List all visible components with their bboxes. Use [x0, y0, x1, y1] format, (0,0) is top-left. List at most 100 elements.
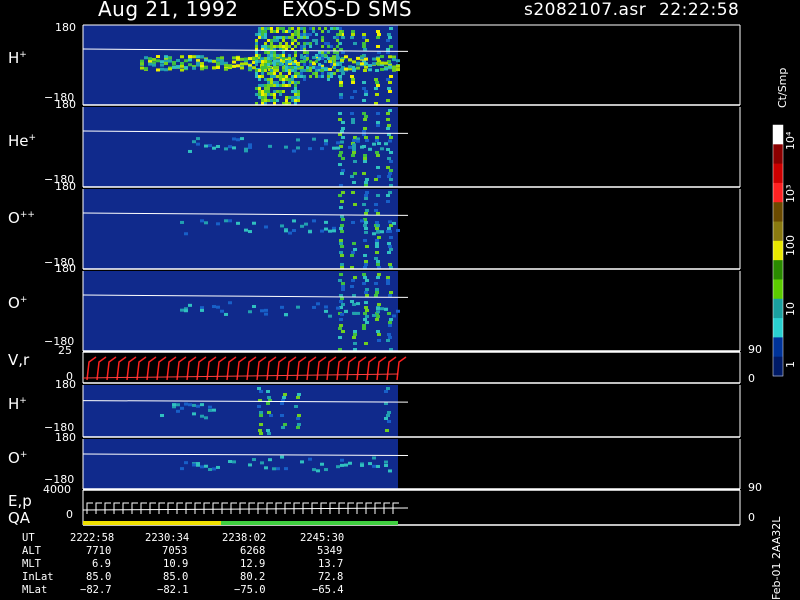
streak-cell [340, 297, 344, 300]
band-cell [216, 61, 220, 65]
dense-cell [270, 51, 273, 54]
dense-cell [261, 99, 264, 102]
dense-cell [255, 54, 258, 57]
dense-cell [255, 60, 258, 63]
dense-cell [297, 42, 300, 45]
dense-cell [315, 33, 318, 36]
band-cell [340, 140, 344, 144]
dense-cell [333, 51, 336, 54]
band-cell [372, 62, 376, 66]
band-cell [376, 310, 380, 314]
dense-cell [282, 75, 285, 78]
dense-cell [285, 60, 288, 63]
streak-cell [387, 312, 391, 315]
streak-cell [341, 288, 345, 291]
streak-cell [364, 194, 368, 197]
streak-cell [365, 245, 369, 248]
streak-cell [259, 390, 263, 393]
dense-cell [261, 33, 264, 36]
streak-cell [339, 93, 343, 96]
dense-cell [270, 45, 273, 48]
dense-cell [300, 69, 303, 72]
streak-cell [364, 212, 368, 215]
ep-mark [221, 502, 228, 514]
dense-cell [264, 87, 267, 90]
dense-cell [261, 30, 264, 33]
dense-cell [255, 33, 258, 36]
streak-cell [388, 321, 392, 324]
dense-cell [282, 54, 285, 57]
band-cell [208, 405, 212, 409]
band-cell [300, 224, 304, 228]
band-cell [376, 224, 380, 228]
dense-cell [306, 69, 309, 72]
dense-cell [264, 84, 267, 87]
streak-cell [283, 423, 287, 426]
band-cell [200, 465, 204, 469]
dense-cell [306, 57, 309, 60]
band-cell [152, 58, 156, 62]
streak-cell [389, 75, 393, 78]
band-cell [392, 67, 396, 71]
band-cell [356, 61, 360, 65]
streak-cell [339, 81, 343, 84]
band-cell [184, 402, 188, 406]
streak-cell [338, 133, 342, 136]
band-cell [360, 219, 364, 223]
band-cell [336, 141, 340, 145]
band-cell [248, 145, 252, 149]
dense-cell [267, 54, 270, 57]
dense-cell [279, 45, 282, 48]
streak-cell [363, 157, 367, 160]
dense-cell [306, 36, 309, 39]
streak-cell [364, 136, 368, 139]
qa-bar-yellow [83, 521, 221, 525]
band-cell [320, 147, 324, 151]
dense-cell [303, 45, 306, 48]
dense-cell [330, 27, 333, 30]
streak-cell [365, 209, 369, 212]
streak-cell [339, 251, 343, 254]
band-cell [180, 406, 184, 410]
streak-cell [364, 263, 368, 266]
band-cell [384, 463, 388, 467]
dense-cell [294, 33, 297, 36]
streak-cell [283, 393, 287, 396]
band-cell [164, 55, 168, 59]
band-cell [200, 55, 204, 59]
streak-cell [363, 318, 367, 321]
dense-cell [330, 72, 333, 75]
streak-cell [363, 48, 367, 51]
streak-cell [386, 166, 390, 169]
dense-cell [276, 45, 279, 48]
dense-cell [285, 42, 288, 45]
dense-cell [294, 93, 297, 96]
dense-cell [282, 30, 285, 33]
dense-cell [258, 93, 261, 96]
dense-cell [270, 75, 273, 78]
band-cell [236, 56, 240, 60]
band-cell [188, 55, 192, 59]
streak-cell [365, 279, 369, 282]
band-cell [324, 227, 328, 231]
band-cell [348, 461, 352, 465]
streak-cell [365, 191, 369, 194]
dense-cell [300, 33, 303, 36]
streak-cell [352, 139, 356, 142]
dense-cell [288, 57, 291, 60]
band-cell [156, 55, 160, 59]
streak-cell [297, 414, 301, 417]
streak-cell [338, 327, 342, 330]
band-cell [364, 230, 368, 234]
band-cell [372, 456, 376, 460]
band-cell [364, 65, 368, 69]
streak-cell [350, 175, 354, 178]
dense-cell [267, 45, 270, 48]
streak-cell [338, 163, 342, 166]
dense-cell [270, 27, 273, 30]
dense-cell [264, 45, 267, 48]
band-cell [272, 467, 276, 471]
band-cell [340, 458, 344, 462]
dense-cell [339, 30, 342, 33]
streak-cell [384, 417, 388, 420]
